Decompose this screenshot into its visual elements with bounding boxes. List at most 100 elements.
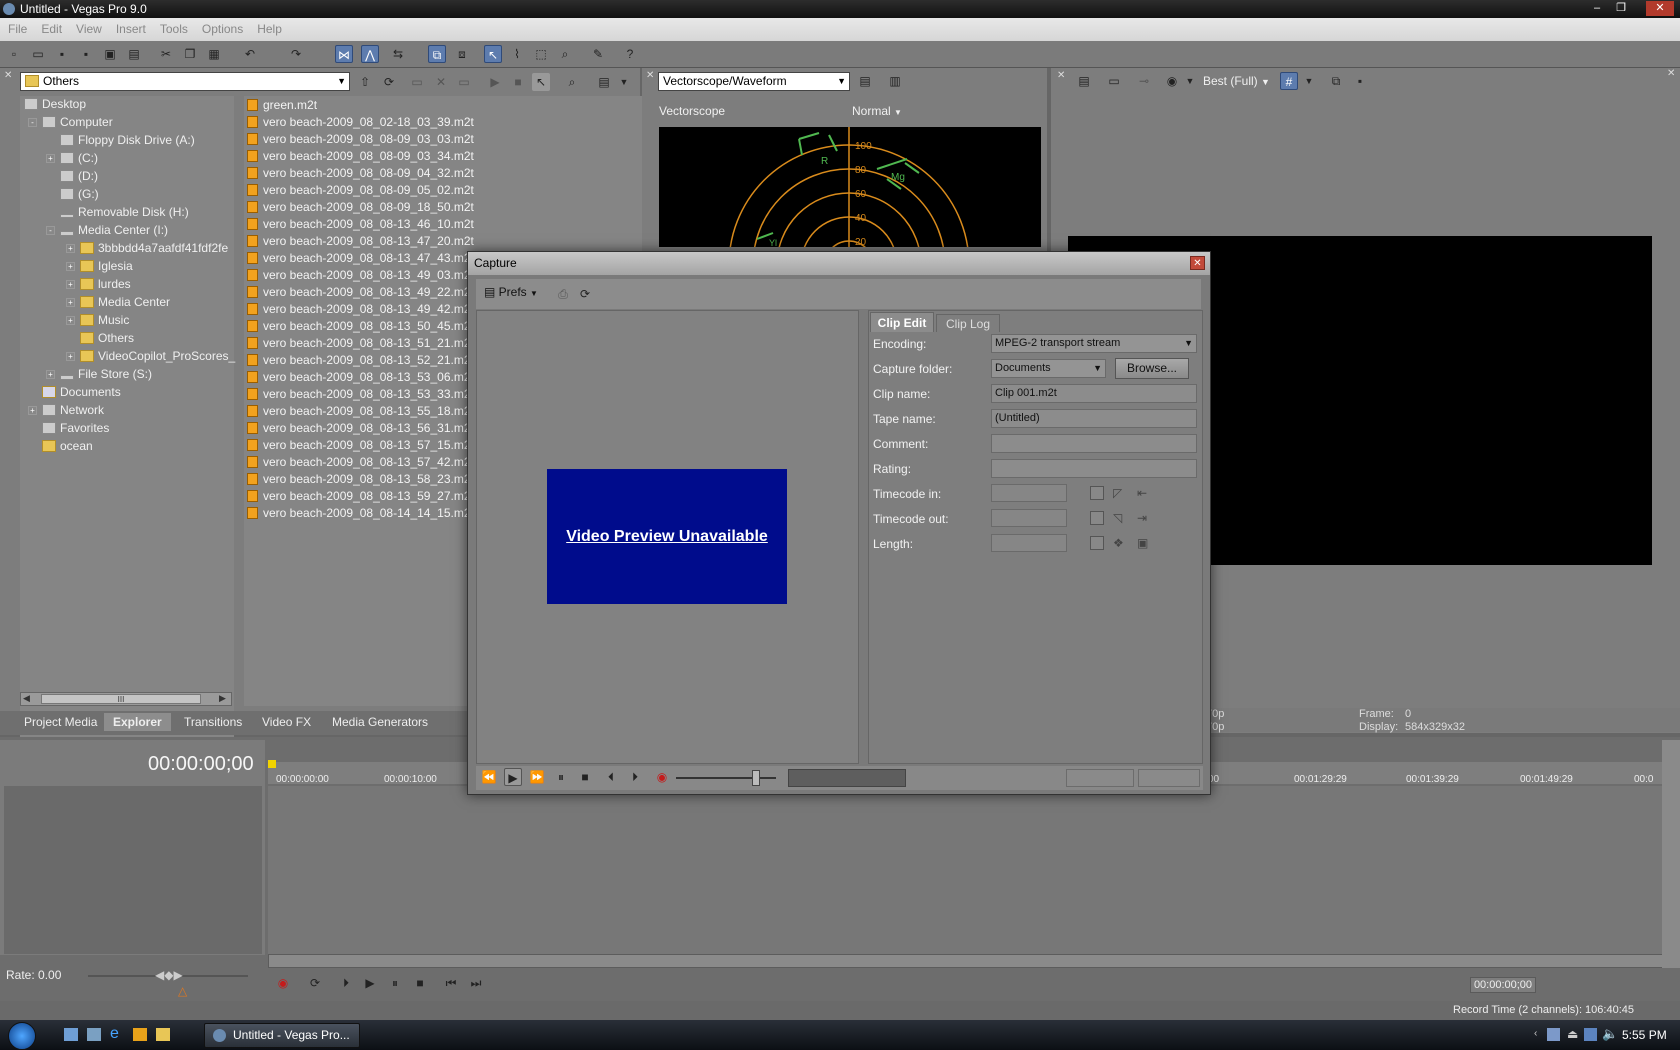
tree-item-floppy[interactable]: Floppy Disk Drive (A:)	[60, 132, 195, 149]
list-item[interactable]: vero beach-2009_08_08-13_57_15.m2t	[247, 437, 474, 454]
preview-properties-icon[interactable]: ▤	[1075, 72, 1093, 90]
list-item[interactable]: vero beach-2009_08_08-13_47_43.m2t	[247, 250, 474, 267]
tree-item-media-center-i[interactable]: Media Center (I:)	[60, 222, 168, 239]
collapse-toggle[interactable]: -	[28, 118, 37, 127]
list-item[interactable]: vero beach-2009_08_08-13_49_42.m2t	[247, 301, 474, 318]
capture-folder-dropdown[interactable]: Documents ▼	[991, 359, 1106, 378]
fast-forward-icon[interactable]: ⏩	[528, 768, 546, 786]
capture-stop-icon[interactable]: ■	[576, 768, 594, 786]
list-item[interactable]: vero beach-2009_08_08-13_49_22.m2t	[247, 284, 474, 301]
save-as-icon[interactable]: ▪	[77, 45, 95, 63]
tree-item-g-drive[interactable]: (G:)	[60, 186, 99, 203]
close-window-button[interactable]: ✕	[1646, 1, 1674, 16]
start-preview-icon[interactable]: ▶	[486, 73, 504, 91]
clip-name-field[interactable]: Clip 001.m2t	[991, 384, 1197, 403]
ripple-edit-icon[interactable]: ⇆	[389, 45, 407, 63]
views-icon[interactable]: ▤	[595, 73, 613, 91]
expand-toggle[interactable]: +	[46, 370, 55, 379]
whats-this-help-icon[interactable]: ?	[621, 45, 639, 63]
tree-item-ocean[interactable]: ocean	[42, 438, 93, 455]
scroll-left-icon[interactable]: ◀	[23, 693, 30, 704]
capture-device-icon[interactable]: ⎙	[554, 285, 572, 303]
start-button[interactable]	[8, 1022, 36, 1050]
panel-close-icon[interactable]: ✕	[1057, 70, 1065, 81]
list-item[interactable]: vero beach-2009_08_08-13_46_10.m2t	[247, 216, 474, 233]
tape-name-field[interactable]: (Untitled)	[991, 409, 1197, 428]
encoding-dropdown[interactable]: MPEG-2 transport stream ▼	[991, 334, 1197, 353]
update-scopes-icon[interactable]: ▥	[886, 72, 904, 90]
lock-envelopes-icon[interactable]: ⧉	[428, 45, 446, 63]
list-item[interactable]: vero beach-2009_08_08-09_04_32.m2t	[247, 165, 474, 182]
redo-icon[interactable]: ↷	[287, 45, 305, 63]
menu-edit[interactable]: Edit	[41, 22, 62, 36]
internet-explorer-icon[interactable]: e	[110, 1025, 119, 1043]
enable-snapping-icon[interactable]: ⋈	[335, 45, 353, 63]
length-option-icon[interactable]	[1090, 536, 1104, 550]
location-dropdown[interactable]: Others ▼	[20, 72, 350, 91]
scope-mode-dropdown[interactable]: Vectorscope/Waveform ▼	[658, 72, 850, 91]
scope-view-dropdown[interactable]: Normal ▼	[852, 104, 902, 118]
tree-item-folder[interactable]: Media Center	[80, 294, 170, 311]
tab-media-generators[interactable]: Media Generators	[332, 713, 428, 731]
volume-icon[interactable]: 🔈	[1602, 1026, 1618, 1042]
list-item[interactable]: vero beach-2009_08_08-13_47_20.m2t	[247, 233, 474, 250]
folder-icon[interactable]	[156, 1028, 170, 1041]
menu-tools[interactable]: Tools	[160, 22, 188, 36]
expand-toggle[interactable]: +	[66, 280, 75, 289]
expand-toggle[interactable]: +	[28, 406, 37, 415]
tab-video-fx[interactable]: Video FX	[262, 713, 311, 731]
tree-item-folder[interactable]: Iglesia	[80, 258, 133, 275]
tab-clip-log[interactable]: Clip Log	[936, 314, 1000, 332]
panel-grip[interactable]: ✕	[4, 70, 14, 710]
scrub-handle-icon[interactable]: ◀◆▶	[155, 968, 183, 982]
render-icon[interactable]: ▣	[101, 45, 119, 63]
ignore-grouping-icon[interactable]: ⧈	[453, 45, 471, 63]
panel-close-icon[interactable]: ✕	[646, 70, 654, 81]
list-item[interactable]: vero beach-2009_08_08-13_58_23.m2t	[247, 471, 474, 488]
go-to-out-icon[interactable]: ⇥	[1137, 511, 1151, 525]
network-status-icon[interactable]	[1584, 1028, 1597, 1041]
list-item[interactable]: vero beach-2009_08_08-09_05_02.m2t	[247, 182, 474, 199]
rewind-icon[interactable]: ⏪	[480, 768, 498, 786]
save-snapshot-icon[interactable]: ▪	[1351, 72, 1369, 90]
length-field[interactable]	[991, 534, 1067, 552]
tab-clip-edit[interactable]: Clip Edit	[870, 312, 934, 332]
tree-item-d-drive[interactable]: (D:)	[60, 168, 98, 185]
list-item[interactable]: vero beach-2009_08_08-13_57_42.m2t	[247, 454, 474, 471]
overlays-grid-icon[interactable]: #	[1280, 72, 1298, 90]
list-item[interactable]: vero beach-2009_08_08-13_49_03.m2t	[247, 267, 474, 284]
open-icon[interactable]: ▭	[29, 45, 47, 63]
preview-side-close-icon[interactable]: ✕	[1664, 68, 1680, 128]
normal-edit-tool-icon[interactable]: ↖	[484, 45, 502, 63]
copy-icon[interactable]: ❐	[181, 45, 199, 63]
shuttle-slider-thumb[interactable]	[752, 770, 760, 786]
rate-slider-thumb-icon[interactable]: △	[178, 984, 187, 998]
copy-snapshot-icon[interactable]: ⧉	[1327, 72, 1345, 90]
go-to-in-icon[interactable]: ⇤	[1137, 486, 1151, 500]
timeline-vertical-scrollbar[interactable]	[1662, 740, 1680, 968]
collapse-toggle[interactable]: -	[46, 226, 55, 235]
go-to-end-icon[interactable]: ⏭	[467, 974, 485, 992]
mark-in-icon[interactable]: ◸	[1113, 486, 1127, 500]
tree-item-folder[interactable]: VideoCopilot_ProScores_	[80, 348, 235, 365]
up-folder-icon[interactable]: ⇧	[356, 73, 374, 91]
preview-fx-icon[interactable]: ⊸	[1135, 72, 1153, 90]
list-item[interactable]: vero beach-2009_08_08-13_52_21.m2t	[247, 352, 474, 369]
tree-item-favorites[interactable]: Favorites	[42, 420, 109, 437]
expand-toggle[interactable]: +	[66, 316, 75, 325]
timeline-horizontal-scrollbar[interactable]	[268, 954, 1663, 968]
capture-play-icon[interactable]: ▶	[504, 768, 522, 786]
tab-project-media[interactable]: Project Media	[24, 713, 97, 731]
split-screen-icon[interactable]: ◉	[1163, 72, 1181, 90]
loop-region-marker[interactable]	[268, 760, 276, 768]
tab-transitions[interactable]: Transitions	[184, 713, 242, 731]
next-frame-icon[interactable]: ⏵	[626, 768, 644, 786]
tree-item-c-drive[interactable]: (C:)	[60, 150, 98, 167]
stop-preview-icon[interactable]: ■	[509, 73, 527, 91]
list-item[interactable]: vero beach-2009_08_08-14_14_15.m2t	[247, 505, 474, 522]
expand-toggle[interactable]: +	[66, 244, 75, 253]
media-player-icon[interactable]	[133, 1028, 147, 1041]
list-item[interactable]: vero beach-2009_08_08-13_55_18.m2t	[247, 403, 474, 420]
tree-item-computer[interactable]: Computer	[42, 114, 113, 131]
online-icon[interactable]: ✎	[589, 45, 607, 63]
